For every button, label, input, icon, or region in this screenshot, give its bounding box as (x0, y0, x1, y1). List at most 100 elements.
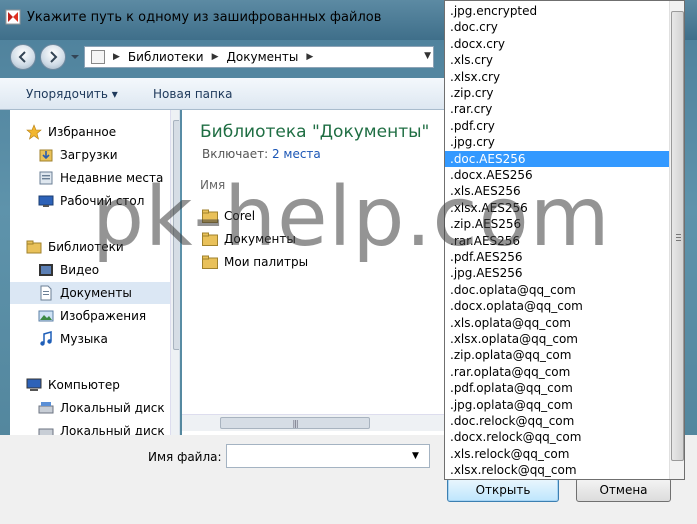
file-type-option[interactable]: .xls.cry (445, 52, 669, 68)
file-type-option[interactable]: .docx.relock@qq_com (445, 429, 669, 445)
nav-computer[interactable]: Компьютер (26, 374, 179, 396)
file-type-option[interactable]: .doc.oplata@qq_com (445, 282, 669, 298)
organize-button[interactable]: Упорядочить ▾ (26, 87, 118, 101)
file-type-option[interactable]: .xls.relock@qq_com (445, 446, 669, 462)
nav-item-label: Изображения (60, 309, 147, 323)
nav-item-label: Рабочий стол (60, 194, 145, 208)
scrollbar-grip (676, 240, 681, 241)
nav-item-label: Избранное (48, 125, 117, 139)
file-type-option[interactable]: .xlsx.AES256 (445, 200, 669, 216)
nav-desktop[interactable]: Рабочий стол (38, 190, 179, 212)
breadcrumb-separator-icon[interactable]: ▶ (212, 52, 219, 62)
file-type-option[interactable]: .jpg.cry (445, 134, 669, 150)
toolbar: Упорядочить ▾ Новая папка (0, 78, 445, 110)
file-type-option[interactable]: .doc.relock@qq_com (445, 413, 669, 429)
breadcrumb-documents[interactable]: Документы (227, 50, 299, 64)
window-title: Укажите путь к одному из зашифрованных ф… (27, 10, 382, 25)
file-type-dropdown-list[interactable]: .jpg.encrypted .doc.cry .docx.cry .xls.cry.… (444, 0, 685, 480)
file-name: Документы (224, 232, 296, 246)
scrollbar-thumb[interactable]: ||| (220, 417, 370, 429)
file-type-option[interactable]: .docx.cry (445, 36, 669, 52)
file-type-option[interactable]: .zip.AES256 (445, 216, 669, 232)
file-list-horizontal-scrollbar[interactable]: ||| (182, 414, 445, 431)
scrollbar-grip (676, 237, 681, 238)
recent-places-icon (39, 171, 53, 185)
file-list-item[interactable]: Мои палитры (202, 252, 308, 272)
file-type-option[interactable]: .xlsx.relock@qq_com (445, 462, 669, 478)
file-type-option[interactable]: .xlsx.cry (445, 69, 669, 85)
file-type-option[interactable]: .rar.oplata@qq_com (445, 364, 669, 380)
nav-item-label: Библиотеки (48, 240, 124, 254)
forward-button[interactable] (40, 44, 66, 70)
nav-local-disk[interactable]: Локальный диск (38, 397, 179, 419)
includes-locations-link[interactable]: 2 места (272, 147, 321, 161)
library-includes: Включает: 2 места (202, 147, 321, 161)
file-name: Мои палитры (224, 255, 309, 269)
filename-dropdown-icon[interactable]: ▼ (412, 451, 419, 461)
back-arrow-icon (18, 51, 26, 63)
file-type-option[interactable]: .doc.AES256 (445, 150, 669, 167)
nav-item-label: Музыка (60, 332, 108, 346)
scrollbar-grip (676, 234, 681, 235)
dropdown-scrollbar[interactable] (669, 1, 684, 479)
includes-label: Включает: (202, 147, 269, 161)
address-dropdown-icon[interactable]: ▼ (424, 51, 431, 61)
nav-music[interactable]: Музыка (38, 328, 179, 350)
folder-location-icon (91, 50, 105, 64)
file-type-option[interactable]: .docx.oplata@qq_com (445, 298, 669, 314)
file-type-option[interactable]: .docx.AES256 (445, 167, 669, 183)
file-type-option[interactable]: .rar.cry (445, 101, 669, 117)
file-type-option[interactable]: .zip.cry (445, 85, 669, 101)
folder-icon (202, 232, 218, 246)
nav-downloads[interactable]: Загрузки (38, 144, 179, 166)
file-type-option[interactable]: .rar.AES256 (445, 233, 669, 249)
column-header-name[interactable]: Имя (200, 178, 225, 192)
nav-item-label: Загрузки (60, 148, 118, 162)
nav-images[interactable]: Изображения (38, 305, 179, 327)
file-list-item[interactable]: Документы (202, 229, 296, 249)
address-bar[interactable]: ▶ Библиотеки ▶ Документы ▶ ▼ (84, 46, 434, 68)
file-type-option[interactable]: .jpg.encrypted (445, 3, 669, 19)
breadcrumb-separator-icon[interactable]: ▶ (306, 52, 313, 62)
file-type-option[interactable]: .pdf.oplata@qq_com (445, 380, 669, 396)
nav-recent-places[interactable]: Недавние места (38, 167, 179, 189)
nav-item-label: Недавние места (60, 171, 164, 185)
cancel-button[interactable]: Отмена (576, 478, 671, 502)
music-icon (40, 331, 52, 346)
scrollbar-thumb[interactable] (671, 11, 684, 461)
downloads-icon (39, 149, 53, 162)
computer-icon (26, 378, 42, 391)
star-icon (26, 124, 42, 140)
file-type-option[interactable]: .xlsx.oplata@qq_com (445, 331, 669, 347)
library-title: Библиотека "Документы" (200, 122, 430, 142)
file-type-option[interactable]: .jpg.AES256 (445, 265, 669, 281)
nav-video[interactable]: Видео (38, 259, 179, 281)
file-type-option[interactable]: .xls.AES256 (445, 183, 669, 199)
filename-input[interactable] (226, 444, 430, 468)
navigation-pane-scrollbar[interactable] (170, 110, 179, 435)
breadcrumb-separator-icon[interactable]: ▶ (113, 52, 120, 62)
file-type-option[interactable]: .pdf.cry (445, 118, 669, 134)
back-button[interactable] (10, 44, 36, 70)
file-type-option[interactable]: .doc.cry (445, 19, 669, 35)
file-list-item[interactable]: Corel (202, 206, 255, 226)
nav-local-disk[interactable]: Локальный диск (38, 420, 179, 435)
breadcrumb-libraries[interactable]: Библиотеки (128, 50, 204, 64)
file-type-option[interactable]: .pdf.AES256 (445, 249, 669, 265)
local-disk-icon (38, 402, 54, 414)
forward-arrow-icon (50, 51, 58, 63)
open-button[interactable]: Открыть (447, 478, 559, 502)
nav-favorites[interactable]: Избранное (26, 121, 179, 143)
file-type-option[interactable]: .jpg.oplata@qq_com (445, 397, 669, 413)
file-name: Corel (224, 209, 256, 223)
file-type-option[interactable]: .zip.oplata@qq_com (445, 347, 669, 363)
new-folder-button[interactable]: Новая папка (153, 87, 232, 101)
nav-libraries[interactable]: Библиотеки (26, 236, 179, 258)
navigation-bar: ▶ Библиотеки ▶ Документы ▶ ▼ (0, 40, 445, 74)
nav-item-label: Видео (60, 263, 100, 277)
scrollbar-thumb[interactable] (173, 120, 179, 350)
recent-pages-dropdown-icon[interactable] (70, 52, 80, 62)
nav-documents[interactable]: Документы (10, 282, 170, 304)
file-type-option[interactable]: .xls.oplata@qq_com (445, 315, 669, 331)
desktop-icon (38, 195, 54, 207)
